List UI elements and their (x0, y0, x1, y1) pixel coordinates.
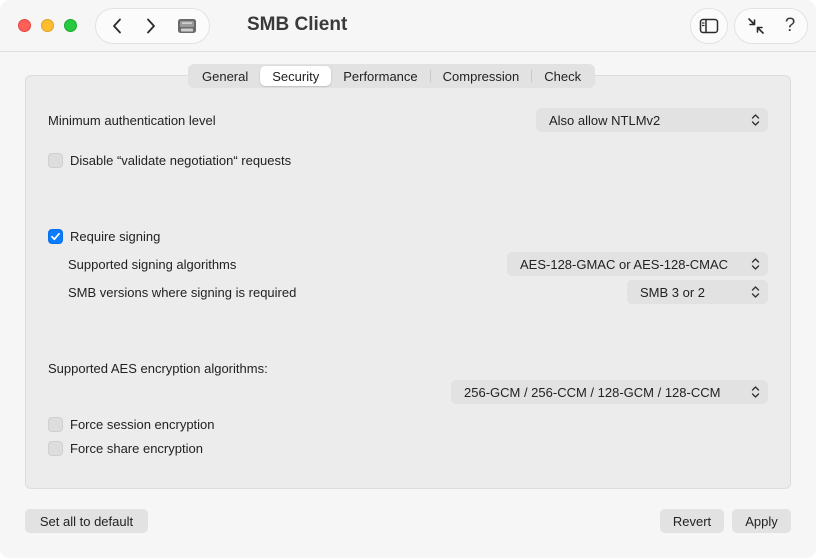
maximize-window-button[interactable] (64, 19, 77, 32)
require-signing-label: Require signing (70, 229, 161, 244)
signing-versions-popup[interactable]: SMB 3 or 2 (627, 280, 768, 304)
toggle-sidebar-button[interactable] (690, 8, 728, 44)
updown-chevron-icon (751, 258, 760, 270)
smb-client-window: SMB Client ? General Security Performanc… (0, 0, 816, 558)
signing-algorithms-popup[interactable]: AES-128-GMAC or AES-128-CMAC (507, 252, 768, 276)
network-drive-icon (178, 19, 196, 33)
require-signing-checkbox[interactable] (48, 229, 63, 244)
revert-button[interactable]: Revert (660, 509, 724, 533)
tab-security[interactable]: Security (260, 66, 332, 86)
updown-chevron-icon (751, 286, 760, 298)
tab-bar: General Security Performance Compression… (188, 64, 596, 88)
min-auth-popup[interactable]: Also allow NTLMv2 (536, 108, 768, 132)
chevron-right-icon (147, 18, 155, 34)
force-share-checkbox[interactable] (48, 441, 63, 456)
tab-check[interactable]: Check (532, 66, 593, 86)
app-icon-button[interactable] (170, 9, 204, 43)
min-auth-value: Also allow NTLMv2 (549, 112, 661, 128)
sidebar-icon (699, 18, 719, 34)
signing-algorithms-label: Supported signing algorithms (68, 257, 237, 272)
updown-chevron-icon (751, 114, 760, 126)
force-session-checkbox[interactable] (48, 417, 63, 432)
aes-label: Supported AES encryption algorithms: (48, 361, 268, 376)
close-window-button[interactable] (18, 19, 31, 32)
signing-versions-value: SMB 3 or 2 (640, 284, 706, 300)
back-button[interactable] (100, 9, 134, 43)
set-all-default-button[interactable]: Set all to default (25, 509, 148, 533)
help-button[interactable]: ? (775, 9, 805, 43)
collapse-button[interactable] (741, 9, 771, 43)
disable-validate-checkbox[interactable] (48, 153, 63, 168)
aes-value: 256-GCM / 256-CCM / 128-GCM / 128-CCM (464, 384, 721, 400)
apply-button[interactable]: Apply (732, 509, 791, 533)
checkmark-icon (51, 232, 60, 241)
force-share-label: Force share encryption (70, 441, 203, 456)
tab-general[interactable]: General (190, 66, 260, 86)
window-title: SMB Client (247, 14, 348, 35)
tab-performance[interactable]: Performance (331, 66, 429, 86)
title-bar: SMB Client ? (0, 0, 816, 52)
min-auth-label: Minimum authentication level (48, 113, 216, 128)
window-actions-group: ? (734, 8, 808, 44)
aes-popup[interactable]: 256-GCM / 256-CCM / 128-GCM / 128-CCM (451, 380, 768, 404)
updown-chevron-icon (751, 386, 760, 398)
arrows-collapse-icon (748, 18, 764, 34)
minimize-window-button[interactable] (41, 19, 54, 32)
signing-algorithms-value: AES-128-GMAC or AES-128-CMAC (520, 256, 729, 272)
signing-versions-label: SMB versions where signing is required (68, 285, 297, 300)
disable-validate-label: Disable “validate negotiation“ requests (70, 153, 292, 168)
tab-compression[interactable]: Compression (431, 66, 532, 86)
force-session-label: Force session encryption (70, 417, 215, 432)
navigation-group (95, 8, 210, 44)
forward-button[interactable] (134, 9, 168, 43)
chevron-left-icon (113, 18, 121, 34)
